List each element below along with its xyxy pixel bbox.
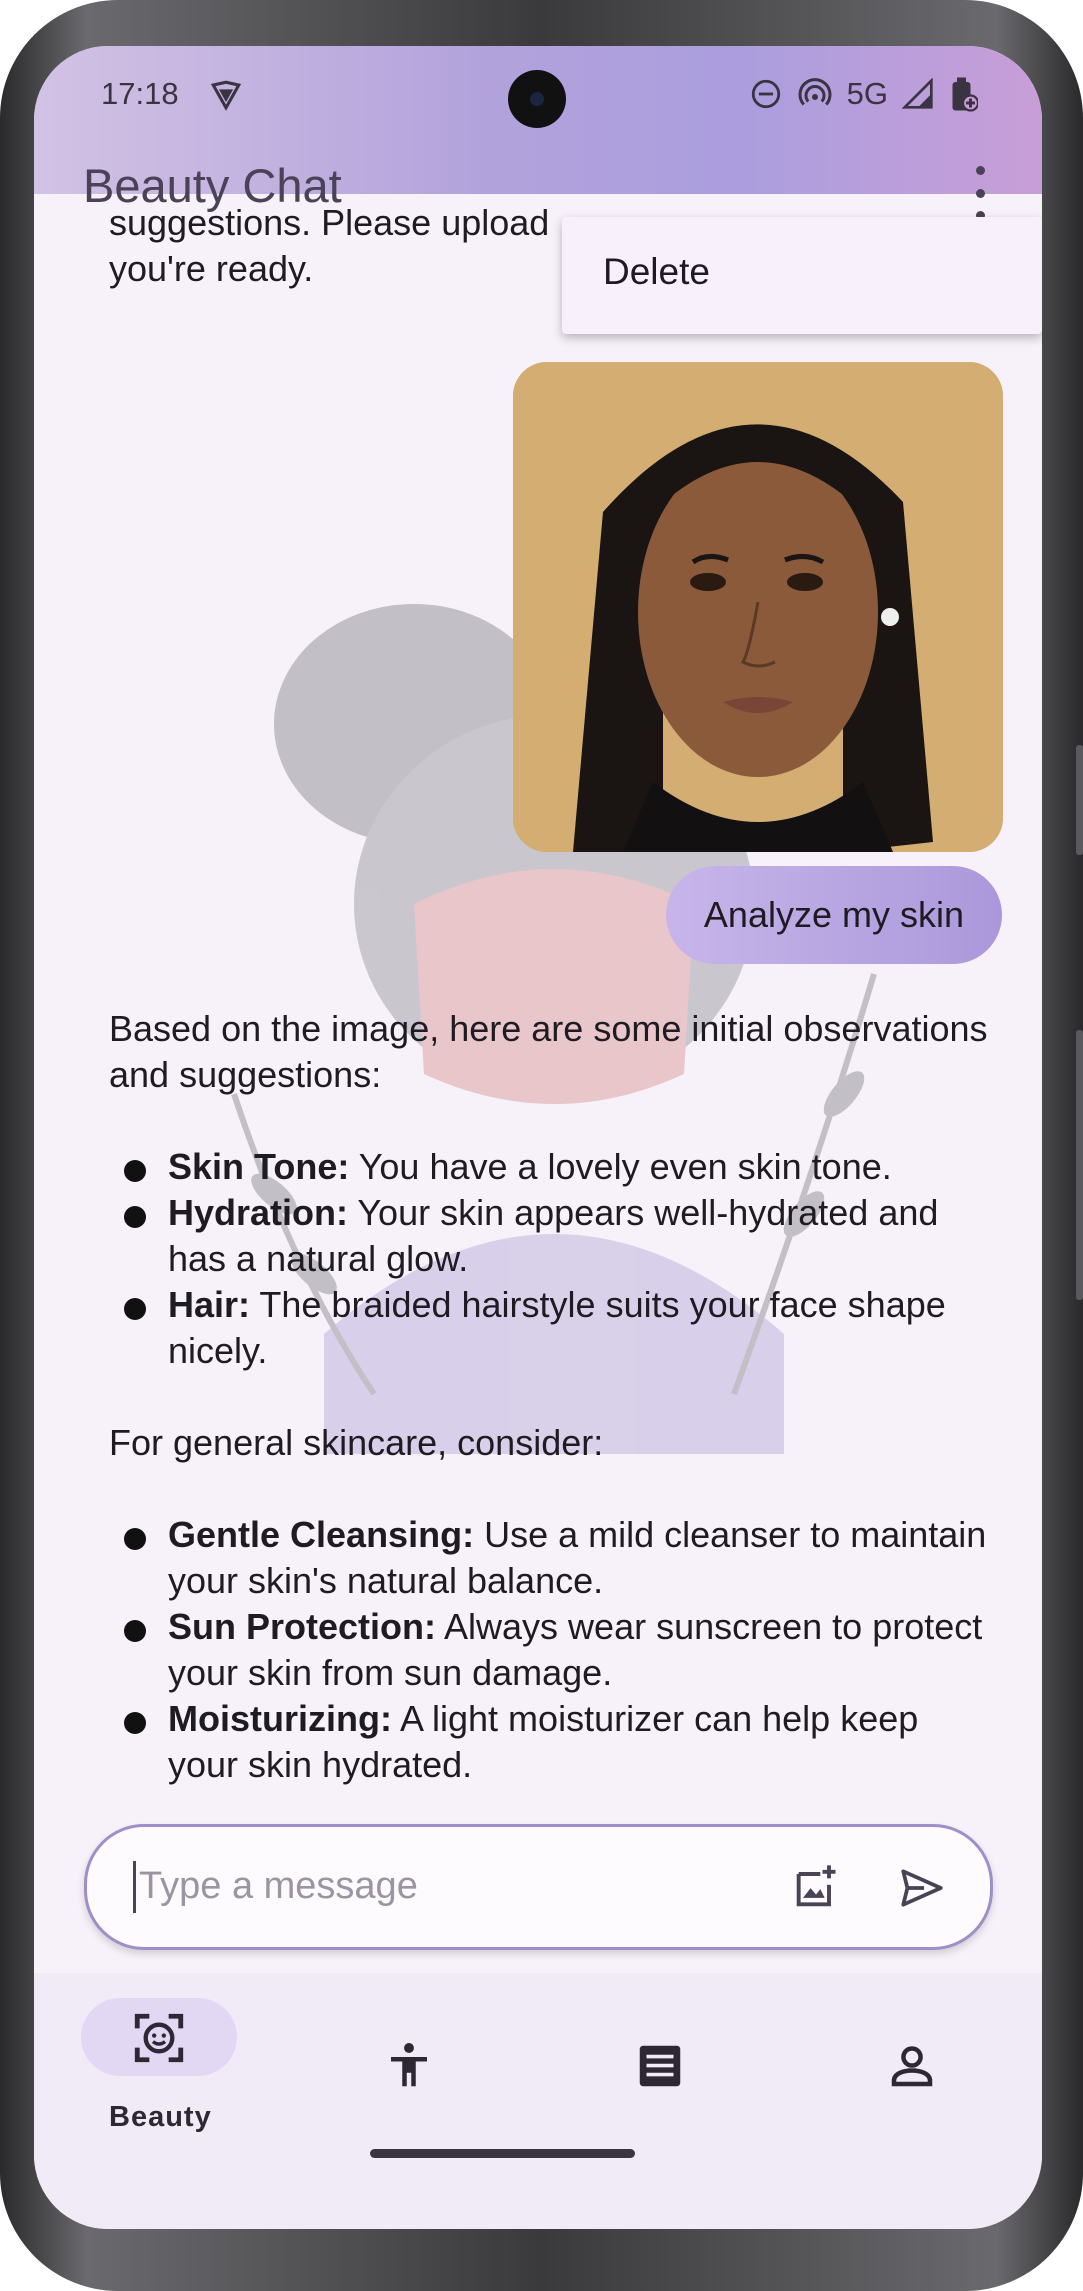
volume-button [1076,745,1083,855]
list-item-title: Skin Tone: [168,1146,350,1187]
network-type: 5G [846,76,888,111]
list-item-text: You have a lovely even skin tone. [349,1146,892,1187]
list-item-title: Sun Protection: [168,1606,436,1647]
message-input-bar [84,1824,993,1950]
list-item: Skin Tone: You have a lovely even skin t… [109,1144,989,1190]
status-icons: 5G [749,76,978,112]
message-input[interactable] [139,1865,739,1908]
menu-item-delete[interactable]: Delete [603,251,710,293]
power-button [1076,1030,1083,1300]
reply-middle: For general skincare, consider: [109,1422,604,1463]
observations-list: Skin Tone: You have a lovely even skin t… [109,1144,989,1374]
screen: 17:18 5G Beauty Chat suggestions. Please… [34,46,1042,2229]
vpn-shield-icon [210,80,242,111]
face-scan-icon[interactable] [130,2009,188,2067]
article-icon[interactable] [633,2039,687,2093]
accessibility-icon[interactable] [382,2039,436,2093]
person-icon[interactable] [885,2039,939,2093]
hotspot-icon [798,78,832,106]
status-time: 17:18 [101,76,179,111]
list-item-title: Gentle Cleansing: [168,1514,475,1555]
user-message-bubble: Analyze my skin [665,866,1002,964]
list-item: Sun Protection: Always wear sunscreen to… [109,1604,989,1696]
reply-intro: Based on the image, here are some initia… [109,1008,988,1095]
chat-messages[interactable]: suggestions. Please upload you're ready. [34,194,1042,1872]
do-not-disturb-icon [751,79,780,109]
text-cursor [133,1861,136,1913]
list-item-title: Hair: [168,1284,251,1325]
list-item-text: The braided hairstyle suits your face sh… [168,1284,946,1371]
home-indicator[interactable] [370,2149,635,2158]
bottom-navigation: Beauty [34,1973,1042,2229]
bot-message-partial: suggestions. Please upload you're ready. [109,200,629,292]
list-item-title: Moisturizing: [168,1698,392,1739]
top-app-bar: 17:18 5G Beauty Chat [34,46,1042,220]
uploaded-photo[interactable] [513,362,1003,852]
list-item: Hair: The braided hairstyle suits your f… [109,1282,989,1374]
overflow-menu: Delete [562,217,1042,334]
add-image-icon[interactable] [790,1861,842,1913]
list-item-title: Hydration: [168,1192,348,1233]
signal-icon [902,78,933,109]
list-item: Moisturizing: A light moisturizer can he… [109,1696,989,1788]
skincare-list: Gentle Cleansing: Use a mild cleanser to… [109,1512,989,1788]
message-line: you're ready. [109,248,314,289]
phone-frame: 17:18 5G Beauty Chat suggestions. Please… [0,0,1083,2291]
nav-label-beauty[interactable]: Beauty [109,2101,212,2134]
message-line: suggestions. Please upload [109,202,550,243]
user-message-text: Analyze my skin [703,894,964,935]
send-icon[interactable] [897,1863,947,1913]
battery-saver-icon [952,77,978,112]
list-item: Hydration: Your skin appears well-hydrat… [109,1190,989,1282]
bot-reply: Based on the image, here are some initia… [109,1006,989,1788]
front-camera [508,70,566,128]
list-item: Gentle Cleansing: Use a mild cleanser to… [109,1512,989,1604]
portrait-image [513,362,1003,852]
